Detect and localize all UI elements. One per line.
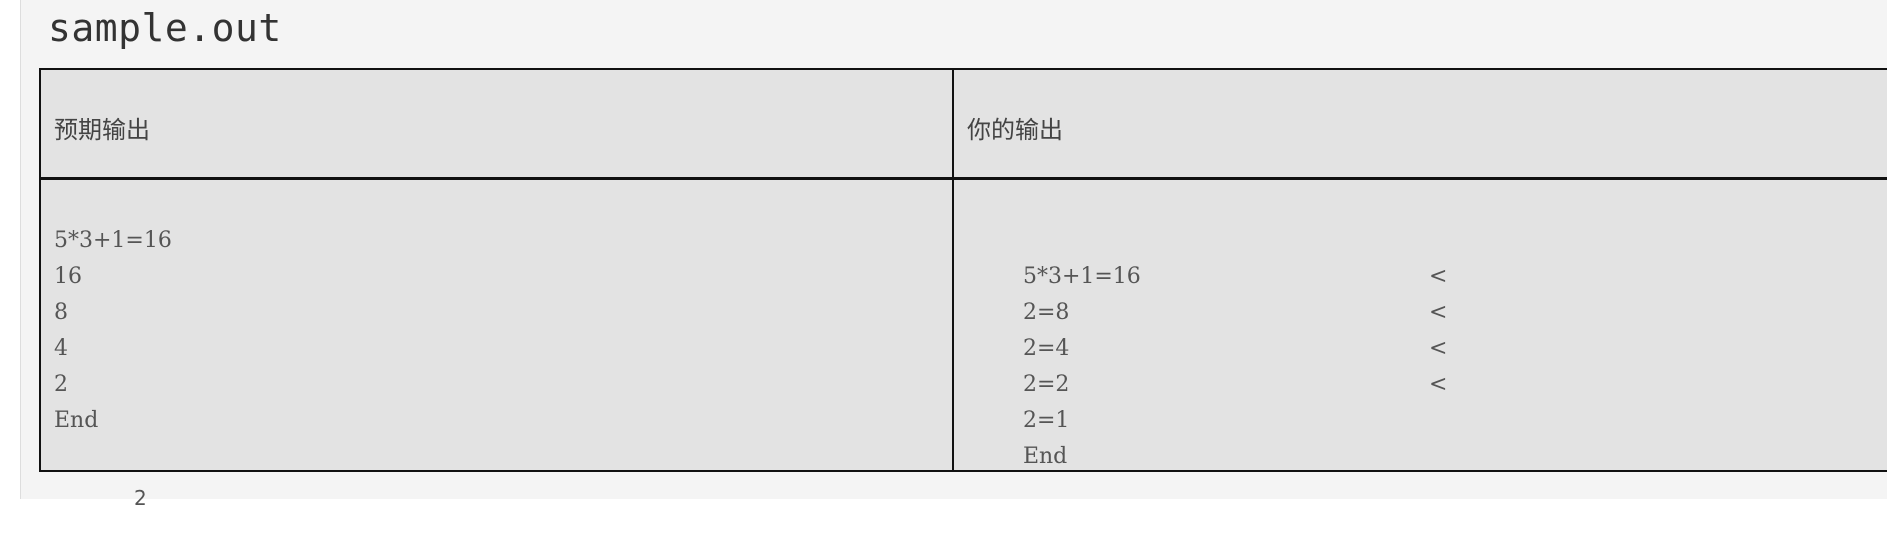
expected-line: 5*3+1=16 (54, 228, 172, 253)
actual-line: End (967, 403, 1467, 469)
diff-marker: < (1429, 300, 1448, 325)
diff-marker: < (1429, 264, 1448, 289)
truncated-footer-text: 2 (134, 486, 147, 510)
expected-line: 8 (54, 300, 68, 325)
expected-output-header: 预期输出 (54, 116, 150, 144)
expected-line: 4 (54, 336, 68, 361)
actual-line: 2=2 < (967, 331, 1467, 397)
column-divider (952, 70, 954, 470)
expected-line: 16 (54, 264, 82, 289)
expected-line: End (54, 408, 99, 433)
file-title: sample.out (48, 6, 282, 50)
your-output-column: 5*3+1=16 2=8 < 2=4 < 2=2 < 2=1 < End (967, 223, 1467, 469)
actual-line: 5*3+1=16 (967, 223, 1467, 289)
actual-line-text: End (1022, 444, 1068, 469)
diff-marker: < (1429, 336, 1448, 361)
diff-marker: < (1429, 372, 1448, 397)
result-panel: sample.out 预期输出 你的输出 5*3+1=16 16 8 4 2 E… (20, 0, 1887, 508)
actual-line: 2=1 < (967, 367, 1467, 433)
actual-line: 2=4 < (967, 295, 1467, 361)
expected-line: 2 (54, 372, 68, 397)
expected-output-column: 5*3+1=16 16 8 4 2 End (54, 223, 172, 439)
table-header-row: 预期输出 你的输出 (41, 70, 1887, 180)
actual-line: 2=8 < (967, 259, 1467, 325)
your-output-header: 你的输出 (967, 116, 1063, 144)
output-comparison-table: 预期输出 你的输出 5*3+1=16 16 8 4 2 End 5*3+1=16… (39, 68, 1887, 472)
